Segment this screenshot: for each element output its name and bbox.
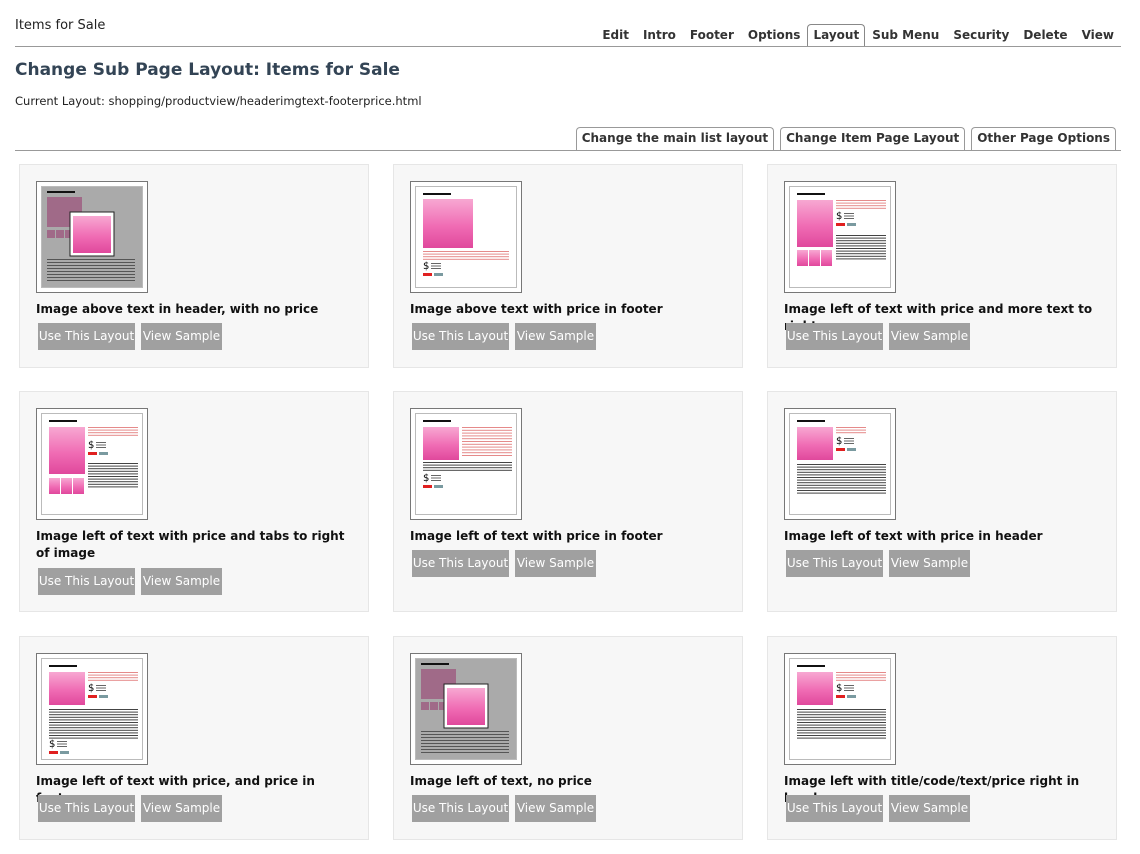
use-layout-button[interactable]: Use This Layout: [786, 323, 883, 350]
use-layout-button[interactable]: Use This Layout: [412, 323, 509, 350]
use-layout-button[interactable]: Use This Layout: [38, 795, 135, 822]
use-layout-button[interactable]: Use This Layout: [38, 568, 135, 595]
svg-text:$: $: [423, 261, 429, 272]
view-sample-button[interactable]: View Sample: [141, 568, 222, 595]
view-sample-button[interactable]: View Sample: [515, 550, 596, 577]
svg-text:$: $: [88, 683, 94, 694]
tab-options[interactable]: Options: [741, 24, 808, 46]
top-divider: [15, 46, 1121, 47]
layout-label: Image left of text with price and tabs t…: [36, 529, 345, 560]
view-sample-button[interactable]: View Sample: [889, 323, 970, 350]
use-layout-button[interactable]: Use This Layout: [412, 550, 509, 577]
tab-edit[interactable]: Edit: [595, 24, 636, 46]
tab-sub-menu[interactable]: Sub Menu: [865, 24, 946, 46]
layout-thumbnail[interactable]: $: [410, 181, 522, 293]
view-sample-button[interactable]: View Sample: [141, 323, 222, 350]
svg-text:$: $: [836, 436, 842, 447]
layout-card: $ Image left of text with price in foote…: [393, 391, 743, 612]
layout-label: Image left of text with price in header: [784, 529, 1043, 543]
layout-card: $ Image left of text with price and tabs…: [19, 391, 369, 612]
tab-layout[interactable]: Layout: [807, 24, 866, 47]
layout-label: Image above text with price in footer: [410, 302, 663, 316]
view-sample-button[interactable]: View Sample: [515, 323, 596, 350]
layout-thumbnail[interactable]: $: [36, 408, 148, 520]
use-layout-button[interactable]: Use This Layout: [412, 795, 509, 822]
use-layout-button[interactable]: Use This Layout: [786, 550, 883, 577]
layout-card: Image above text in header, with no pric…: [19, 164, 369, 368]
tab-view[interactable]: View: [1075, 24, 1121, 46]
layout-card: $ Image above text with price in footer …: [393, 164, 743, 368]
tab-change-item-page-layout[interactable]: Change Item Page Layout: [780, 127, 966, 150]
tab-intro[interactable]: Intro: [636, 24, 683, 46]
use-layout-button[interactable]: Use This Layout: [38, 323, 135, 350]
tab-security[interactable]: Security: [946, 24, 1016, 46]
layout-thumbnail[interactable]: [410, 653, 522, 765]
svg-text:$: $: [88, 440, 94, 451]
svg-text:$: $: [836, 683, 842, 694]
view-sample-button[interactable]: View Sample: [889, 795, 970, 822]
sub-divider: [15, 150, 1121, 151]
tab-footer[interactable]: Footer: [683, 24, 741, 46]
layout-thumbnail[interactable]: $ $: [36, 653, 148, 765]
layout-thumbnail[interactable]: [36, 181, 148, 293]
layout-card: Image left of text, no price Use This La…: [393, 636, 743, 840]
current-layout-text: Current Layout: shopping/productview/hea…: [15, 94, 422, 108]
layout-label: Image left of text with price in footer: [410, 529, 663, 543]
layout-label: Image above text in header, with no pric…: [36, 302, 319, 316]
view-sample-button[interactable]: View Sample: [515, 795, 596, 822]
view-sample-button[interactable]: View Sample: [141, 795, 222, 822]
svg-text:$: $: [49, 739, 55, 750]
use-layout-button[interactable]: Use This Layout: [786, 795, 883, 822]
page-title: Change Sub Page Layout: Items for Sale: [15, 60, 400, 80]
layout-thumbnail[interactable]: $: [784, 181, 896, 293]
tab-change-main-list-layout[interactable]: Change the main list layout: [575, 127, 775, 150]
sub-tab-bar: Change the main list layout Change Item …: [575, 127, 1116, 150]
site-title: Items for Sale: [15, 18, 106, 33]
svg-text:$: $: [836, 211, 842, 222]
layout-card: $ Image left with title/code/text/price …: [767, 636, 1117, 840]
svg-text:$: $: [423, 473, 429, 484]
layout-card: $ $ Image left of text with price, and pr…: [19, 636, 369, 840]
tab-delete[interactable]: Delete: [1016, 24, 1074, 46]
layout-thumbnail[interactable]: $: [784, 653, 896, 765]
layout-card: $ Image left of text with price and more…: [767, 164, 1117, 368]
layout-card: $ Image left of text with price in heade…: [767, 391, 1117, 612]
top-tab-bar: Edit Intro Footer Options Layout Sub Men…: [595, 24, 1121, 47]
layout-thumbnail[interactable]: $: [410, 408, 522, 520]
layout-label: Image left of text, no price: [410, 774, 592, 788]
view-sample-button[interactable]: View Sample: [889, 550, 970, 577]
layout-thumbnail[interactable]: $: [784, 408, 896, 520]
tab-other-page-options[interactable]: Other Page Options: [971, 127, 1116, 150]
